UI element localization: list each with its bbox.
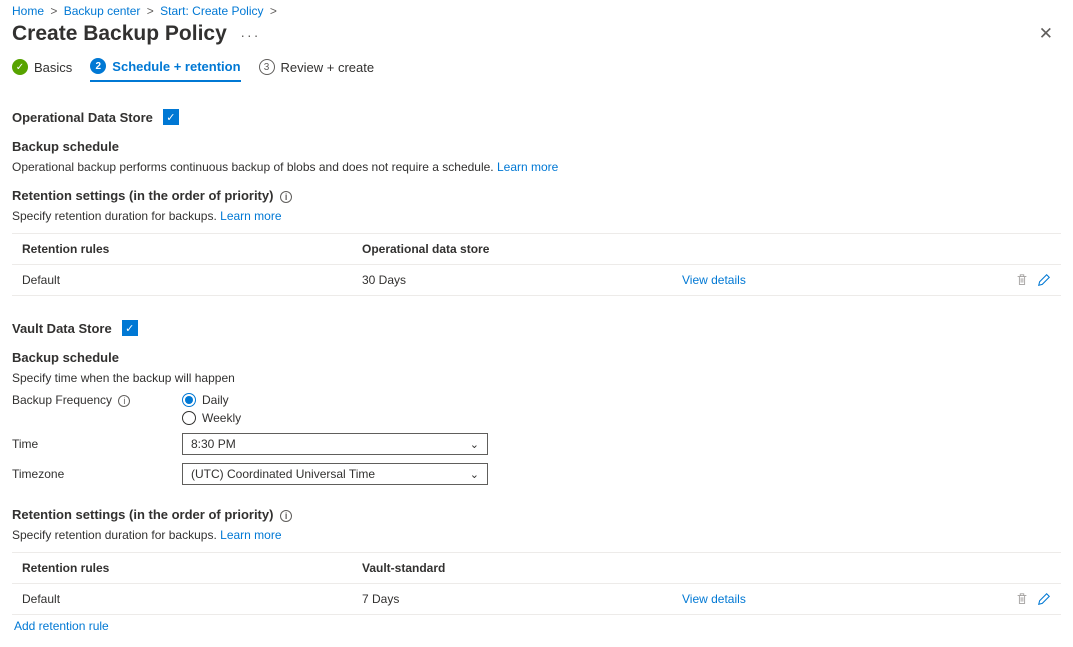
ods-backup-schedule-heading: Backup schedule bbox=[12, 125, 1061, 154]
chevron-right-icon: > bbox=[267, 4, 280, 18]
tab-review-create[interactable]: 3 Review + create bbox=[259, 59, 375, 81]
vds-col-retention-rules: Retention rules bbox=[22, 561, 362, 575]
time-select[interactable]: 8:30 PM ⌄ bbox=[182, 433, 488, 455]
breadcrumb-backup-center[interactable]: Backup center bbox=[64, 4, 141, 18]
ods-schedule-learn-more-link[interactable]: Learn more bbox=[497, 160, 558, 174]
breadcrumb-home[interactable]: Home bbox=[12, 4, 44, 18]
vds-retention-settings-heading: Retention settings (in the order of prio… bbox=[12, 507, 273, 522]
ods-col-retention-rules: Retention rules bbox=[22, 242, 362, 256]
info-icon[interactable]: i bbox=[118, 395, 130, 407]
ods-retention-learn-more-link[interactable]: Learn more bbox=[220, 209, 281, 223]
frequency-daily-radio[interactable]: Daily bbox=[182, 393, 241, 407]
vds-row-rule: Default bbox=[22, 592, 362, 606]
vds-schedule-description: Specify time when the backup will happen bbox=[12, 365, 1061, 385]
vds-retention-learn-more-link[interactable]: Learn more bbox=[220, 528, 281, 542]
timezone-value: (UTC) Coordinated Universal Time bbox=[191, 467, 375, 481]
info-icon[interactable]: i bbox=[280, 510, 292, 522]
operational-data-store-checkbox[interactable]: ✓ bbox=[163, 109, 179, 125]
tab-schedule-retention[interactable]: 2 Schedule + retention bbox=[90, 58, 240, 82]
ods-retention-description: Specify retention duration for backups. bbox=[12, 209, 217, 223]
ods-row-rule: Default bbox=[22, 273, 362, 287]
chevron-down-icon: ⌄ bbox=[470, 468, 479, 481]
table-row: Default 30 Days View details bbox=[12, 265, 1061, 296]
step-2-icon: 2 bbox=[90, 58, 106, 74]
tab-schedule-label: Schedule + retention bbox=[112, 59, 240, 74]
step-3-icon: 3 bbox=[259, 59, 275, 75]
ods-schedule-description: Operational backup performs continuous b… bbox=[12, 160, 494, 174]
ods-row-store: 30 Days bbox=[362, 273, 682, 287]
vds-retention-description: Specify retention duration for backups. bbox=[12, 528, 217, 542]
close-button[interactable]: ✕ bbox=[1031, 20, 1061, 48]
chevron-right-icon: > bbox=[47, 4, 60, 18]
timezone-select[interactable]: (UTC) Coordinated Universal Time ⌄ bbox=[182, 463, 488, 485]
info-icon[interactable]: i bbox=[280, 191, 292, 203]
vault-data-store-checkbox[interactable]: ✓ bbox=[122, 320, 138, 336]
frequency-weekly-radio[interactable]: Weekly bbox=[182, 411, 241, 425]
frequency-daily-label: Daily bbox=[202, 393, 229, 407]
vds-row-store: 7 Days bbox=[362, 592, 682, 606]
wizard-tabs: ✓ Basics 2 Schedule + retention 3 Review… bbox=[10, 56, 1063, 83]
delete-icon[interactable] bbox=[1015, 592, 1029, 606]
edit-icon[interactable] bbox=[1037, 273, 1051, 287]
breadcrumb: Home > Backup center > Start: Create Pol… bbox=[10, 0, 1063, 20]
backup-frequency-label: Backup Frequency bbox=[12, 393, 112, 407]
ods-view-details-link[interactable]: View details bbox=[682, 273, 746, 287]
radio-icon bbox=[182, 411, 196, 425]
vds-backup-schedule-heading: Backup schedule bbox=[12, 336, 1061, 365]
radio-icon bbox=[182, 393, 196, 407]
tab-review-label: Review + create bbox=[281, 60, 375, 75]
ods-retention-settings-heading: Retention settings (in the order of prio… bbox=[12, 188, 273, 203]
vds-retention-table: Retention rules Vault-standard Default 7… bbox=[12, 552, 1061, 615]
tab-basics[interactable]: ✓ Basics bbox=[12, 59, 72, 81]
ods-retention-table: Retention rules Operational data store D… bbox=[12, 233, 1061, 296]
edit-icon[interactable] bbox=[1037, 592, 1051, 606]
check-icon: ✓ bbox=[12, 59, 28, 75]
operational-data-store-label: Operational Data Store bbox=[12, 110, 153, 125]
table-row: Default 7 Days View details bbox=[12, 584, 1061, 615]
time-label: Time bbox=[12, 437, 182, 451]
vault-data-store-label: Vault Data Store bbox=[12, 321, 112, 336]
frequency-weekly-label: Weekly bbox=[202, 411, 241, 425]
timezone-label: Timezone bbox=[12, 467, 182, 481]
breadcrumb-start-create-policy[interactable]: Start: Create Policy bbox=[160, 4, 263, 18]
add-retention-rule-link[interactable]: Add retention rule bbox=[14, 619, 109, 633]
delete-icon[interactable] bbox=[1015, 273, 1029, 287]
ods-col-operational-store: Operational data store bbox=[362, 242, 682, 256]
chevron-down-icon: ⌄ bbox=[470, 438, 479, 451]
time-value: 8:30 PM bbox=[191, 437, 236, 451]
vds-col-vault-standard: Vault-standard bbox=[362, 561, 682, 575]
page-title: Create Backup Policy bbox=[12, 22, 227, 45]
more-icon[interactable]: ··· bbox=[230, 27, 260, 43]
tab-basics-label: Basics bbox=[34, 60, 72, 75]
vds-view-details-link[interactable]: View details bbox=[682, 592, 746, 606]
chevron-right-icon: > bbox=[144, 4, 157, 18]
